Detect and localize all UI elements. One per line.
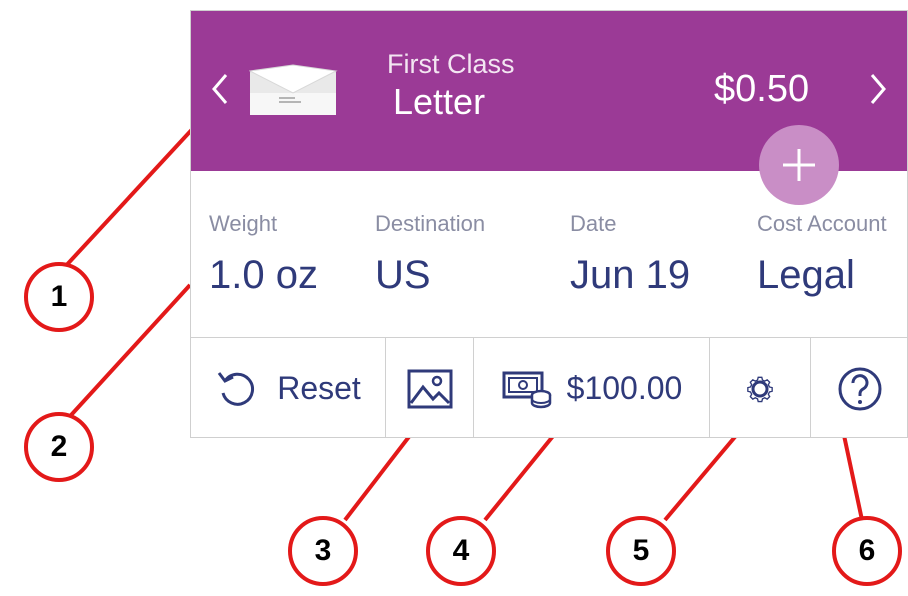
destination-value: US (375, 253, 431, 297)
weight-value: 1.0 oz (209, 253, 318, 297)
reset-arrow-icon (218, 371, 255, 406)
postage-funds-icon (502, 371, 551, 408)
image-button[interactable] (386, 338, 473, 437)
settings-button[interactable] (710, 338, 810, 437)
prev-class-button[interactable] (205, 69, 235, 109)
plus-icon (783, 149, 815, 181)
callout-6: 6 (832, 516, 902, 586)
weight-label: Weight (209, 211, 278, 236)
postage-funds-button[interactable]: $100.00 (474, 338, 709, 437)
callout-line-3 (343, 423, 420, 522)
destination-label: Destination (375, 211, 486, 236)
chevron-right-icon (870, 74, 886, 104)
mail-class-label: First Class (387, 49, 515, 79)
callout-1: 1 (24, 262, 94, 332)
reset-button[interactable]: Reset (191, 338, 385, 437)
gear-icon (747, 376, 773, 402)
bottom-toolbar: Reset $100.00 (191, 338, 907, 437)
add-option-button[interactable] (759, 125, 839, 205)
callout-2: 2 (24, 412, 94, 482)
next-class-button[interactable] (863, 69, 893, 109)
help-button[interactable] (811, 338, 907, 437)
postage-funds-value: $100.00 (566, 370, 683, 406)
chevron-left-icon (212, 74, 228, 104)
reset-label: Reset (277, 370, 361, 406)
callout-3: 3 (288, 516, 358, 586)
date-value: Jun 19 (570, 253, 691, 297)
envelope-icon (249, 64, 338, 115)
callout-line-4 (483, 423, 564, 522)
cost-account-label: Cost Account (757, 211, 887, 236)
callout-line-5 (663, 423, 747, 522)
image-icon (407, 369, 452, 408)
cost-account-value: Legal (757, 253, 855, 297)
callout-5: 5 (606, 516, 676, 586)
mail-type-label: Letter (393, 81, 486, 122)
callout-line-1 (60, 108, 212, 272)
postage-price: $0.50 (714, 68, 810, 110)
date-label: Date (570, 211, 617, 236)
help-icon (838, 367, 882, 410)
postage-panel: First Class Letter $0.50 Weight 1.0 oz D… (190, 10, 908, 438)
callout-4: 4 (426, 516, 496, 586)
